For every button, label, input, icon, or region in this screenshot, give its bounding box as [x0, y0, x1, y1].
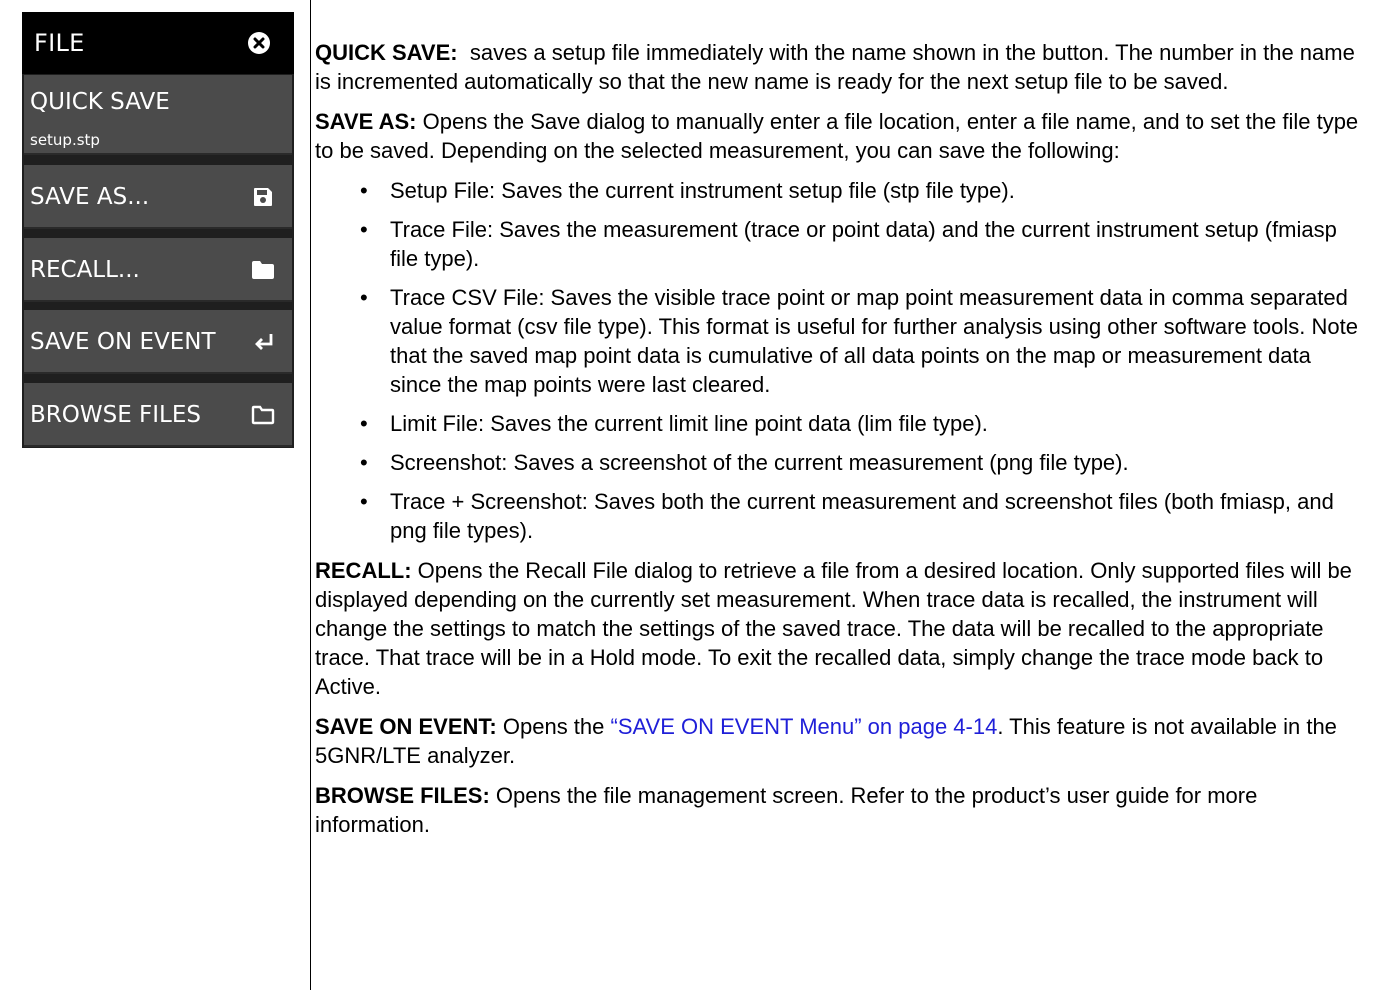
save-as-button[interactable]: SAVE AS...	[24, 165, 292, 229]
browse-files-term: BROWSE FILES:	[315, 783, 490, 808]
quick-save-button[interactable]: QUICK SAVE setup.stp	[24, 75, 292, 155]
save-as-term: SAVE AS:	[315, 109, 417, 134]
floppy-disk-icon	[254, 188, 272, 206]
save-on-event-button[interactable]: SAVE ON EVENT	[24, 310, 292, 374]
quick-save-label: QUICK SAVE	[30, 89, 170, 115]
list-item: Setup File: Saves the current instrument…	[315, 176, 1367, 205]
browse-files-label: BROWSE FILES	[30, 402, 202, 428]
recall-term: RECALL:	[315, 558, 412, 583]
save-on-event-description: SAVE ON EVENT: Opens the “SAVE ON EVENT …	[315, 712, 1367, 770]
save-as-label: SAVE AS...	[30, 184, 150, 210]
recall-label: RECALL...	[30, 257, 140, 283]
folder-icon	[252, 261, 274, 279]
recall-text: Opens the Recall File dialog to retrieve…	[315, 558, 1352, 699]
recall-button[interactable]: RECALL...	[24, 238, 292, 302]
list-item: Screenshot: Saves a screenshot of the cu…	[315, 448, 1367, 477]
save-on-event-menu-link[interactable]: “SAVE ON EVENT Menu” on page 4-14	[611, 714, 998, 739]
save-as-file-types: Setup File: Saves the current instrument…	[315, 176, 1367, 545]
close-icon[interactable]	[248, 32, 270, 54]
list-item: Trace CSV File: Saves the visible trace …	[315, 283, 1367, 399]
enter-arrow-icon	[255, 334, 273, 350]
save-as-description: SAVE AS: Opens the Save dialog to manual…	[315, 107, 1367, 165]
browse-files-description: BROWSE FILES: Opens the file management …	[315, 781, 1367, 839]
menu-title: FILE	[34, 29, 85, 57]
folder-outline-icon	[251, 405, 275, 425]
list-item: Limit File: Saves the current limit line…	[315, 409, 1367, 438]
list-item: Trace + Screenshot: Saves both the curre…	[315, 487, 1367, 545]
descriptions: QUICK SAVE: saves a setup file immediate…	[315, 38, 1367, 850]
quick-save-description: QUICK SAVE: saves a setup file immediate…	[315, 38, 1367, 96]
menu-header: FILE	[22, 12, 294, 74]
quick-save-text: saves a setup file immediately with the …	[315, 40, 1355, 94]
save-as-text: Opens the Save dialog to manually enter …	[315, 109, 1359, 163]
quick-save-filename: setup.stp	[30, 131, 100, 149]
file-menu: FILE QUICK SAVE setup.stp SAVE AS... REC…	[22, 12, 294, 448]
save-on-event-text-before: Opens the	[502, 714, 605, 739]
save-on-event-label: SAVE ON EVENT	[30, 329, 216, 355]
recall-description: RECALL: Opens the Recall File dialog to …	[315, 556, 1367, 701]
column-divider	[310, 0, 311, 990]
browse-files-button[interactable]: BROWSE FILES	[24, 383, 292, 447]
quick-save-term: QUICK SAVE:	[315, 40, 458, 65]
save-on-event-term: SAVE ON EVENT:	[315, 714, 497, 739]
list-item: Trace File: Saves the measurement (trace…	[315, 215, 1367, 273]
